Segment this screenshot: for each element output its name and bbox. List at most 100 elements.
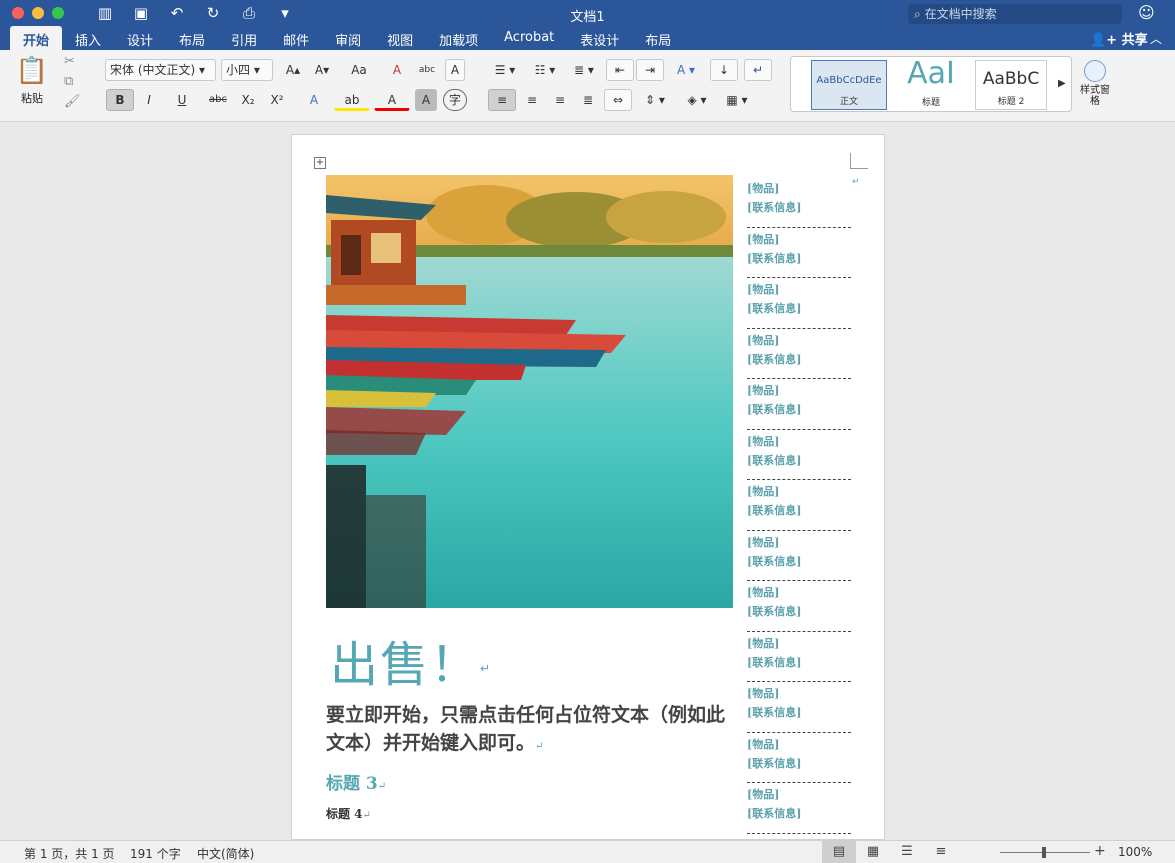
style-heading-2[interactable]: AaBbC 标题 2 [975,60,1047,110]
bullets-button[interactable]: ☰ ▾ [486,59,524,81]
share-button[interactable]: 👤+ 共享 [1090,29,1148,48]
table-move-handle-icon[interactable]: + [314,157,326,169]
copy-icon[interactable]: ⧉ [64,74,81,89]
tab-design[interactable]: 设计 [114,26,166,50]
strikethrough-button[interactable]: abc [204,89,232,111]
headline[interactable]: 出售！↵ [330,625,492,695]
distributed-button[interactable]: ⇔ [604,89,632,111]
tear-off-item[interactable]: [物品][联系信息] [747,682,851,733]
underline-button[interactable]: U [164,89,200,111]
change-case-button[interactable]: Aa [341,59,377,81]
zoom-slider-thumb[interactable] [1042,847,1046,858]
paragraph-mark-icon: ↵ [362,810,371,821]
font-name-select[interactable]: 宋体 (中文正文) ▾ [105,59,216,81]
paragraph-shading-button[interactable]: ◈ ▾ [678,89,716,111]
ribbon-tabs: 开始 插入 设计 布局 引用 邮件 审阅 视图 加载项 Acrobat 表设计 … [10,26,684,50]
zoom-level[interactable]: 100% [1118,845,1152,859]
styles-pane-button[interactable]: 样式窗格 [1080,60,1110,107]
web-layout-icon[interactable]: ▦ [856,841,890,863]
tear-off-item[interactable]: [物品][联系信息] [747,581,851,632]
superscript-button[interactable]: X² [264,89,290,111]
asian-layout-button[interactable]: A ▾ [668,59,704,81]
numbering-button[interactable]: ☷ ▾ [526,59,564,81]
tab-home[interactable]: 开始 [10,26,63,50]
tear-off-item[interactable]: [物品][联系信息] [747,480,851,531]
tear-off-item[interactable]: [物品][联系信息] [747,783,851,834]
paste-button[interactable]: 📋 粘贴 [12,56,52,106]
font-size-select[interactable]: 小四 ▾ [221,59,273,81]
style-heading[interactable]: AaI 标题 [895,56,967,110]
clipboard-icon: 📋 [15,56,49,86]
tear-off-item[interactable]: [物品][联系信息] [747,379,851,430]
font-color-button[interactable]: A [374,89,410,111]
lake-boats-photo[interactable] [326,175,733,608]
zoom-in-icon[interactable]: + [1094,843,1106,859]
increase-indent-button[interactable]: ⇥ [636,59,664,81]
outline-view-icon[interactable]: ☰ [890,841,924,863]
character-border-button[interactable]: A [445,59,465,81]
bold-button[interactable]: B [106,89,134,111]
shrink-font-button[interactable]: A▾ [309,59,335,81]
show-marks-button[interactable]: ↵ [744,59,772,81]
tear-off-item[interactable]: [物品][联系信息] [747,329,851,379]
grow-font-button[interactable]: A▴ [280,59,306,81]
enclose-characters-button[interactable]: 字 [443,89,467,111]
tear-off-item[interactable]: [物品][联系信息] [747,177,851,228]
line-spacing-button[interactable]: ⇕ ▾ [636,89,674,111]
cut-icon[interactable]: ✂ [64,54,81,69]
tear-off-item[interactable]: [物品][联系信息] [747,228,851,278]
justify-button[interactable]: ≣ [574,89,602,111]
intro-paragraph[interactable]: 要立即开始，只需点击任何占位符文本（例如此文本）并开始键入即可。↵ [326,701,726,761]
tab-review[interactable]: 审阅 [322,26,374,50]
italic-button[interactable]: I [137,89,161,111]
search-placeholder: 在文档中搜索 [924,7,997,21]
tear-off-item[interactable]: [物品][联系信息] [747,430,851,480]
format-painter-icon[interactable]: 🖌 [64,94,81,109]
page-count[interactable]: 第 1 页，共 1 页 [24,845,115,862]
search-input[interactable]: ⌕ 在文档中搜索 [908,4,1122,24]
document-page[interactable]: + 出售！↵ 要立即开始，只需点击任何占位符文本（例如此文本）并开始键入即可。↵… [291,134,885,840]
paragraph-mark-icon: ↵ [480,661,493,676]
numbering-icon: ☷ ▾ [534,63,556,77]
align-left-button[interactable]: ≡ [488,89,516,111]
clear-formatting-button[interactable]: A [385,59,409,81]
gallery-next-icon[interactable]: ▶ [1058,78,1066,89]
sort-button[interactable]: ↓ [710,59,738,81]
tab-view[interactable]: 视图 [374,26,426,50]
highlight-button[interactable]: ab [334,89,370,111]
tab-acrobat[interactable]: Acrobat [491,26,567,50]
heading-3[interactable]: 标题 3↵ [326,769,386,794]
character-shading-button[interactable]: A [415,89,437,111]
tab-references[interactable]: 引用 [218,26,270,50]
align-right-button[interactable]: ≡ [546,89,574,111]
decrease-indent-button[interactable]: ⇤ [606,59,634,81]
tear-off-item[interactable]: [物品][联系信息] [747,278,851,329]
tab-table-design[interactable]: 表设计 [567,26,632,50]
language-indicator[interactable]: 中文(简体) [197,845,254,862]
tear-off-item[interactable]: [物品][联系信息] [747,733,851,783]
margin-corner-mark [850,153,868,169]
print-layout-icon[interactable]: ▤ [822,841,856,863]
align-right-icon: ≡ [554,93,566,107]
multilevel-list-button[interactable]: ≣ ▾ [566,59,602,81]
phonetic-guide-button[interactable]: abc [414,59,440,81]
borders-button[interactable]: ▦ ▾ [718,89,756,111]
tab-addins[interactable]: 加载项 [426,26,491,50]
photo-illustration [326,175,733,608]
tear-off-item[interactable]: [物品][联系信息] [747,632,851,682]
subscript-button[interactable]: X₂ [236,89,260,111]
heading-4[interactable]: 标题 4↵ [326,805,371,822]
style-normal[interactable]: AaBbCcDdEe 正文 [811,60,887,110]
draft-view-icon[interactable]: ≡ [924,841,958,863]
tear-off-item[interactable]: [物品][联系信息] [747,531,851,581]
collapse-ribbon-icon[interactable]: ︿ [1150,30,1162,47]
text-effects-button[interactable]: A [298,89,330,111]
tab-insert[interactable]: 插入 [62,26,114,50]
tab-layout[interactable]: 布局 [166,26,218,50]
tab-table-layout[interactable]: 布局 [632,26,684,50]
tab-mailings[interactable]: 邮件 [270,26,322,50]
word-count[interactable]: 191 个字 [130,845,181,862]
multilevel-list-icon: ≣ ▾ [574,63,594,77]
feedback-smiley-icon[interactable]: ☺ [1138,3,1155,22]
align-center-button[interactable]: ≡ [518,89,546,111]
